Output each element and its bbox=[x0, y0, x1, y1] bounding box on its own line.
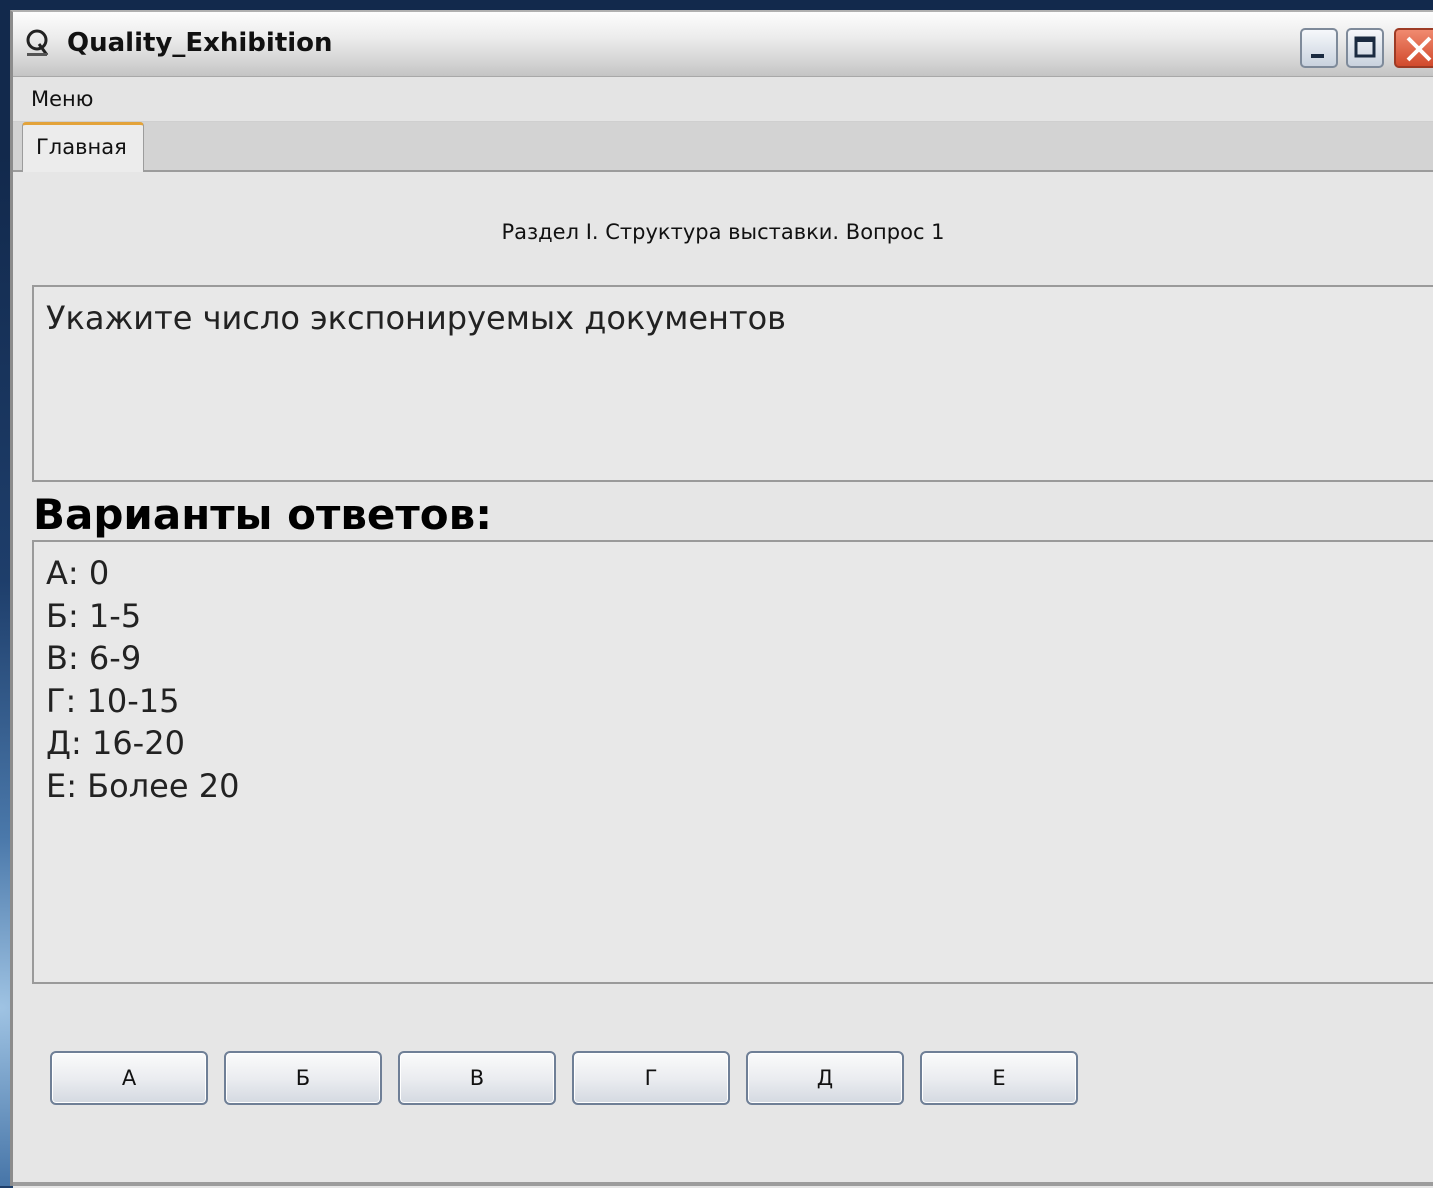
answers-heading: Варианты ответов: bbox=[33, 490, 492, 539]
app-window: Quality_Exhibition Меню Главная Раздел I… bbox=[10, 10, 1433, 1188]
answer-option: Г: 10-15 bbox=[46, 681, 180, 720]
menu-bar: Меню bbox=[13, 77, 1433, 122]
close-button[interactable] bbox=[1394, 28, 1433, 68]
menu-item-menu[interactable]: Меню bbox=[31, 87, 93, 111]
answer-option: В: 6-9 bbox=[46, 639, 142, 677]
window-title: Quality_Exhibition bbox=[67, 28, 333, 58]
answer-option: Д: 16-20 bbox=[46, 724, 185, 762]
app-q-icon bbox=[25, 28, 51, 58]
close-icon bbox=[1406, 36, 1432, 62]
question-text: Укажите число экспонируемых документов bbox=[46, 299, 787, 337]
question-box: Укажите число экспонируемых документов bbox=[32, 285, 1433, 482]
tab-strip: Главная bbox=[13, 122, 1433, 172]
tab-content: Раздел I. Структура выставки. Вопрос 1 У… bbox=[13, 172, 1433, 1188]
answer-button-v[interactable]: В bbox=[398, 1051, 556, 1105]
answer-option: Е: Более 20 bbox=[46, 766, 240, 805]
answer-option: А: 0 bbox=[46, 554, 110, 592]
answers-box: А: 0 Б: 1-5 В: 6-9 Г: 10-15 Д: 16-20 Е: … bbox=[32, 540, 1433, 984]
answer-button-e[interactable]: Е bbox=[920, 1051, 1078, 1105]
tab-main[interactable]: Главная bbox=[22, 122, 144, 172]
status-bar-divider bbox=[13, 1182, 1433, 1186]
section-title: Раздел I. Структура выставки. Вопрос 1 bbox=[501, 220, 945, 244]
answer-list: А: 0 Б: 1-5 В: 6-9 Г: 10-15 Д: 16-20 Е: … bbox=[46, 552, 239, 807]
title-bar[interactable]: Quality_Exhibition bbox=[13, 12, 1433, 77]
answer-button-d[interactable]: Д bbox=[746, 1051, 904, 1105]
answer-button-a[interactable]: А bbox=[50, 1051, 208, 1105]
minimize-icon bbox=[1311, 54, 1324, 58]
answer-option: Б: 1-5 bbox=[46, 596, 142, 635]
maximize-button[interactable] bbox=[1346, 28, 1384, 68]
answer-button-g[interactable]: Г bbox=[572, 1051, 730, 1105]
maximize-icon bbox=[1354, 36, 1376, 58]
minimize-button[interactable] bbox=[1300, 28, 1338, 68]
answer-button-b[interactable]: Б bbox=[224, 1051, 382, 1105]
tab-label: Главная bbox=[36, 135, 127, 159]
